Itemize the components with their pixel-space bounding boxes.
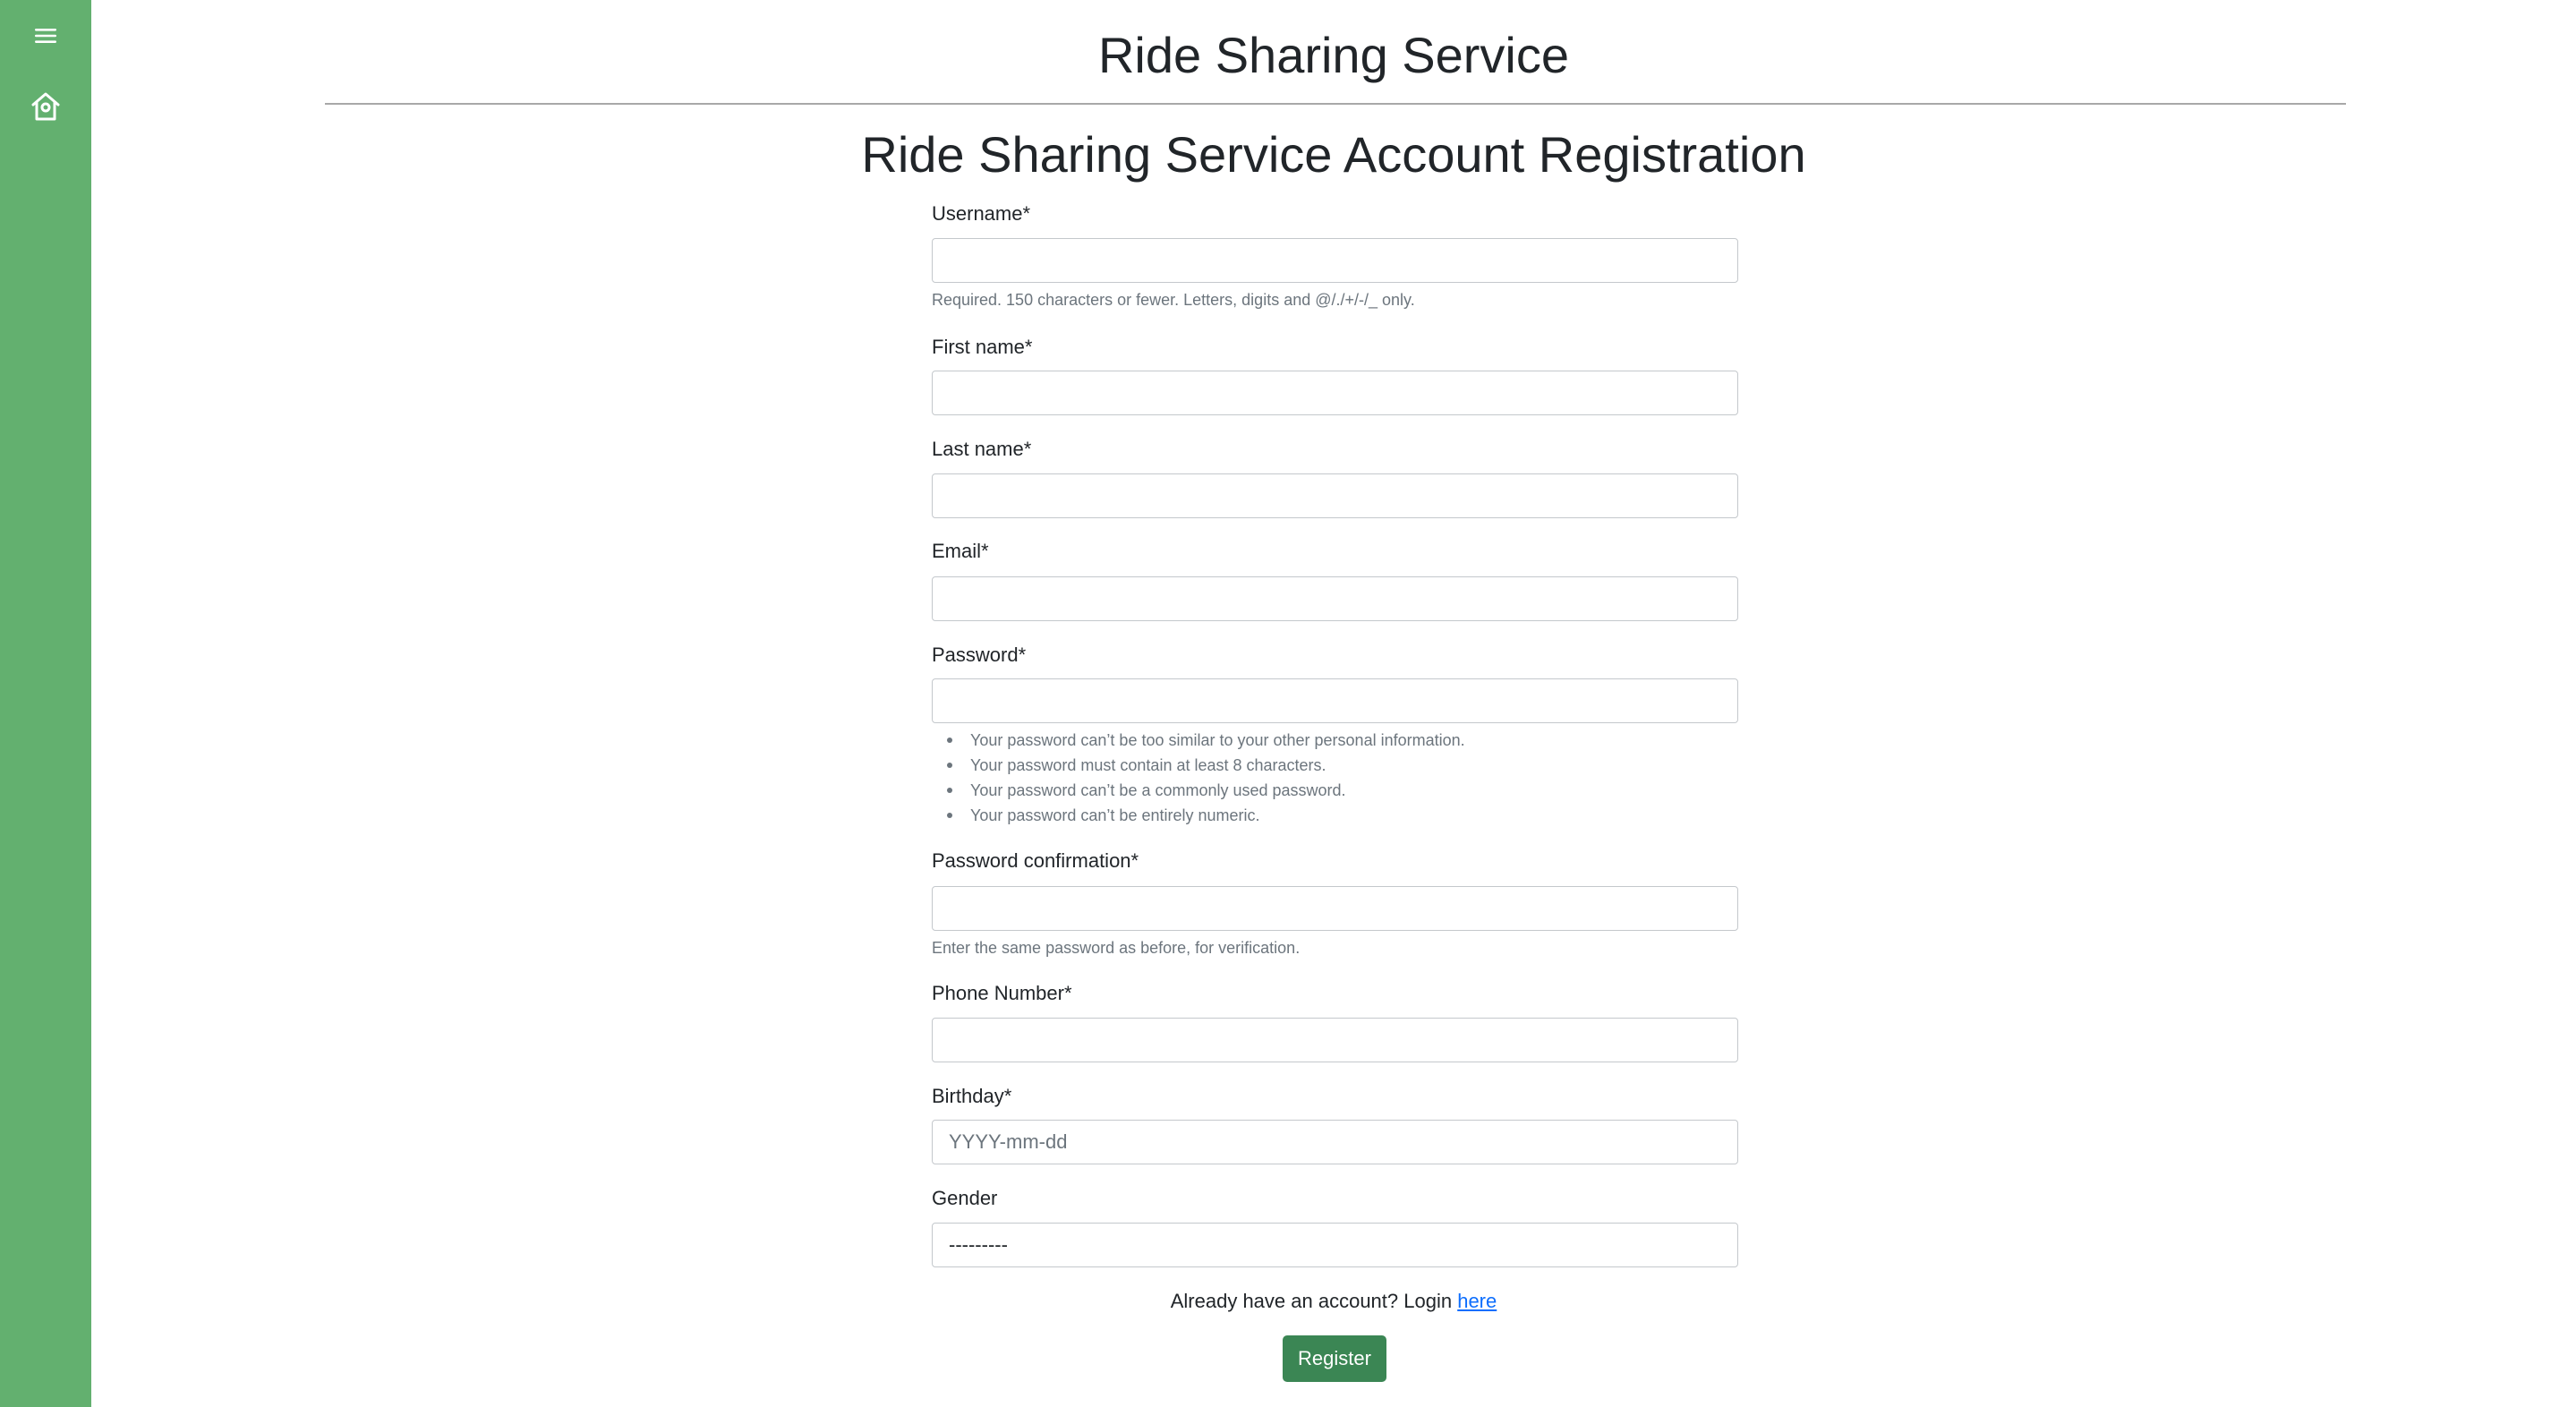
main-content: Ride Sharing Service Ride Sharing Servic… (91, 0, 2576, 1407)
email-input[interactable] (932, 576, 1738, 621)
birthday-label: Birthday* (932, 1085, 1012, 1107)
site-title: Ride Sharing Service (1097, 27, 1570, 83)
password-help-item: Your password can’t be too similar to yo… (932, 730, 1465, 755)
email-label: Email* (932, 540, 989, 562)
phone-number-input[interactable] (932, 1018, 1738, 1062)
last-name-input[interactable] (932, 473, 1738, 518)
password-input[interactable] (932, 678, 1738, 723)
password-confirmation-input[interactable] (932, 886, 1738, 931)
gender-selected-value: --------- (949, 1233, 1008, 1256)
password-confirmation-help-text: Enter the same password as before, for v… (932, 939, 1301, 957)
login-link[interactable]: here (1457, 1290, 1497, 1312)
header-divider (325, 103, 2346, 105)
login-prompt-text: Already have an account? Login (1170, 1290, 1453, 1312)
username-input[interactable] (932, 238, 1738, 283)
first-name-label: First name* (932, 336, 1033, 358)
home-icon[interactable] (30, 90, 62, 123)
first-name-input[interactable] (932, 371, 1738, 415)
gender-label: Gender (932, 1187, 998, 1209)
sidebar (0, 0, 91, 1407)
birthday-input[interactable] (932, 1120, 1738, 1164)
password-help-item: Your password must contain at least 8 ch… (932, 755, 1465, 780)
password-label: Password* (932, 644, 1027, 666)
password-confirmation-label: Password confirmation* (932, 849, 1139, 872)
phone-number-label: Phone Number* (932, 982, 1072, 1004)
page-title: Ride Sharing Service Account Registratio… (861, 126, 1806, 183)
password-help-list: Your password can’t be too similar to yo… (932, 730, 1465, 831)
login-prompt: Already have an account? Login here (91, 1288, 2576, 1315)
password-help-item: Your password can’t be entirely numeric. (932, 806, 1465, 831)
gender-select[interactable]: --------- (932, 1223, 1738, 1267)
password-help-item: Your password can’t be a commonly used p… (932, 780, 1465, 806)
username-help-text: Required. 150 characters or fewer. Lette… (932, 291, 1415, 309)
menu-icon[interactable] (35, 26, 56, 46)
username-label: Username* (932, 202, 1031, 225)
last-name-label: Last name* (932, 438, 1032, 460)
register-button[interactable]: Register (1283, 1335, 1386, 1382)
